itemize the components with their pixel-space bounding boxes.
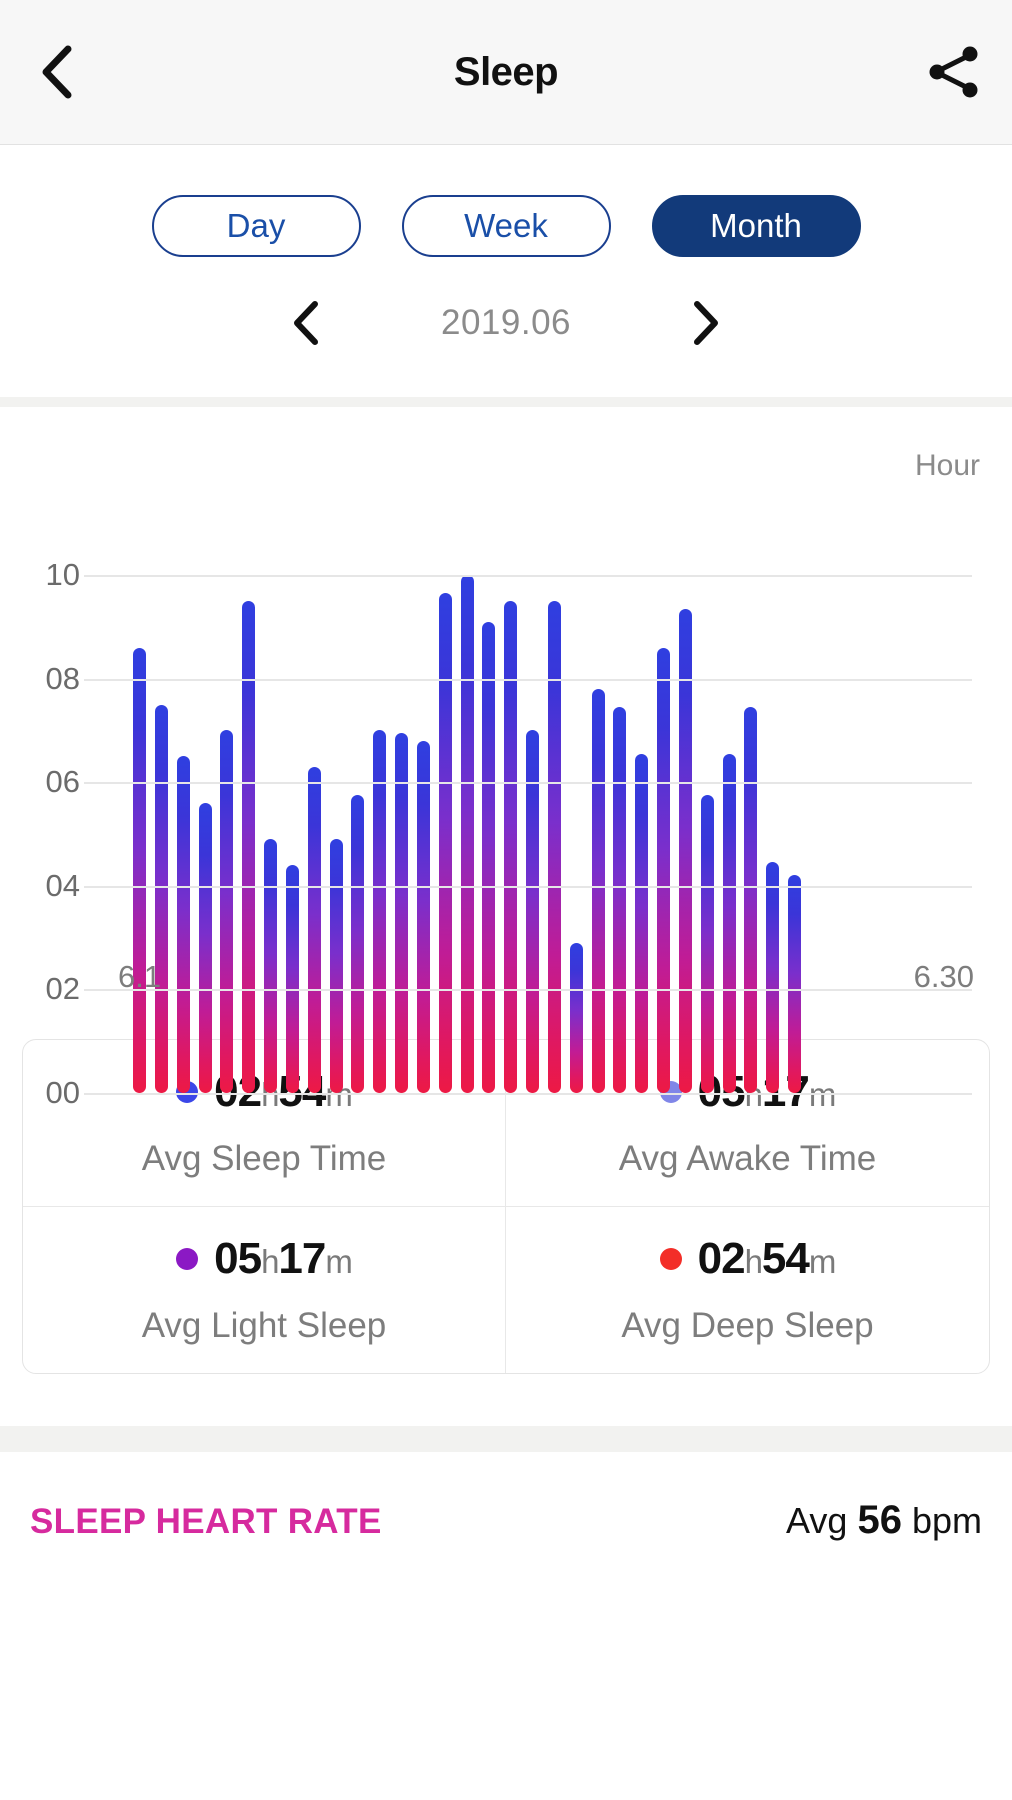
chevron-left-icon	[294, 301, 318, 345]
chart-bar[interactable]	[657, 647, 670, 1093]
chart-gridline	[84, 782, 972, 785]
chart-bars-container	[133, 407, 812, 1093]
section-divider-band-2	[0, 1426, 1012, 1452]
next-month-button[interactable]	[671, 293, 741, 353]
share-button[interactable]	[924, 42, 984, 102]
y-axis-tick-label: 10	[45, 557, 80, 592]
chart-gridline	[84, 575, 972, 577]
chart-bar[interactable]	[199, 802, 212, 1093]
x-axis-start-label: 6.1	[118, 959, 162, 994]
chart-bar[interactable]	[635, 753, 648, 1093]
chart-bar[interactable]	[482, 621, 495, 1093]
chart-bar[interactable]	[330, 839, 343, 1093]
chart-bar[interactable]	[439, 593, 452, 1093]
sleep-heart-rate-header: SLEEP HEART RATE Avg 56 bpm	[0, 1452, 1012, 1543]
chart-bar[interactable]	[220, 730, 233, 1093]
chart-bar[interactable]	[177, 756, 190, 1093]
sleep-duration-chart: Hour 00 02 04 06 08 10 6.1 6.30	[0, 407, 1012, 1110]
chart-gridline	[84, 1093, 972, 1095]
stat-label: Avg Sleep Time	[141, 1138, 387, 1178]
y-axis-tick-label: 04	[45, 867, 80, 903]
chart-bar[interactable]	[788, 875, 801, 1093]
stat-label: Avg Deep Sleep	[621, 1305, 874, 1345]
period-segmented-control: Day Week Month	[0, 195, 1012, 257]
chart-bar[interactable]	[286, 865, 299, 1093]
chart-bar[interactable]	[679, 608, 692, 1093]
legend-dot-deep-sleep	[659, 1247, 682, 1270]
period-selector-area: Day Week Month 2019.06	[0, 145, 1012, 363]
sleep-heart-rate-average: Avg 56 bpm	[786, 1498, 982, 1542]
stat-value: 02h54m	[697, 1233, 837, 1283]
chart-bar[interactable]	[242, 600, 255, 1093]
chart-gridline	[84, 885, 972, 888]
stat-value-row: 02h54m	[659, 1233, 837, 1284]
legend-dot-light-sleep	[176, 1247, 199, 1270]
chart-bar[interactable]	[417, 740, 430, 1093]
stat-value-row: 05h17m	[176, 1233, 353, 1284]
chart-bar[interactable]	[548, 600, 561, 1093]
chart-bar[interactable]	[308, 766, 321, 1093]
chart-gridline	[84, 678, 972, 681]
chart-bar[interactable]	[592, 688, 605, 1093]
chart-bar[interactable]	[526, 730, 539, 1093]
y-axis-tick-label: 06	[45, 764, 80, 800]
previous-month-button[interactable]	[271, 293, 341, 353]
stat-label: Avg Light Sleep	[141, 1305, 387, 1345]
chart-bar[interactable]	[155, 704, 168, 1093]
chart-bar[interactable]	[701, 795, 714, 1093]
chart-bar[interactable]	[264, 839, 277, 1093]
chart-bar[interactable]	[351, 795, 364, 1093]
page-title: Sleep	[453, 49, 559, 94]
period-tab-day[interactable]: Day	[151, 195, 361, 257]
section-divider-band	[0, 397, 1012, 407]
chart-bar[interactable]	[133, 647, 146, 1093]
sleep-heart-rate-title: SLEEP HEART RATE	[30, 1502, 382, 1541]
chart-bar[interactable]	[723, 753, 736, 1093]
current-period-label: 2019.06	[440, 303, 572, 342]
chart-bar[interactable]	[766, 862, 779, 1093]
y-axis-tick-label: 00	[45, 1075, 80, 1110]
period-tab-week[interactable]: Week	[401, 195, 611, 257]
stat-label: Avg Awake Time	[618, 1138, 877, 1178]
share-icon	[929, 46, 978, 98]
chart-bar[interactable]	[570, 942, 583, 1093]
x-axis-end-label: 6.30	[913, 959, 974, 994]
back-button[interactable]	[26, 42, 86, 102]
stat-avg-light-sleep[interactable]: 05h17m Avg Light Sleep	[23, 1206, 506, 1373]
y-axis-tick-label: 08	[45, 660, 80, 696]
chart-bar[interactable]	[744, 707, 757, 1093]
chart-bar[interactable]	[373, 730, 386, 1093]
app-bar: Sleep	[0, 0, 1012, 145]
stat-value: 05h17m	[214, 1233, 353, 1283]
chart-bar[interactable]	[461, 575, 474, 1093]
chart-bar[interactable]	[613, 707, 626, 1093]
period-tab-month[interactable]: Month	[651, 195, 861, 257]
y-axis-tick-label: 02	[45, 971, 80, 1007]
stat-avg-deep-sleep[interactable]: 02h54m Avg Deep Sleep	[506, 1207, 989, 1374]
chart-bar[interactable]	[395, 732, 408, 1093]
date-navigator: 2019.06	[0, 293, 1012, 353]
chart-plot-area: 00 02 04 06 08 10	[0, 407, 1012, 1110]
chevron-left-icon	[42, 45, 72, 99]
chevron-right-icon	[694, 301, 718, 345]
chart-bar[interactable]	[504, 600, 517, 1093]
chart-gridline	[84, 989, 972, 992]
